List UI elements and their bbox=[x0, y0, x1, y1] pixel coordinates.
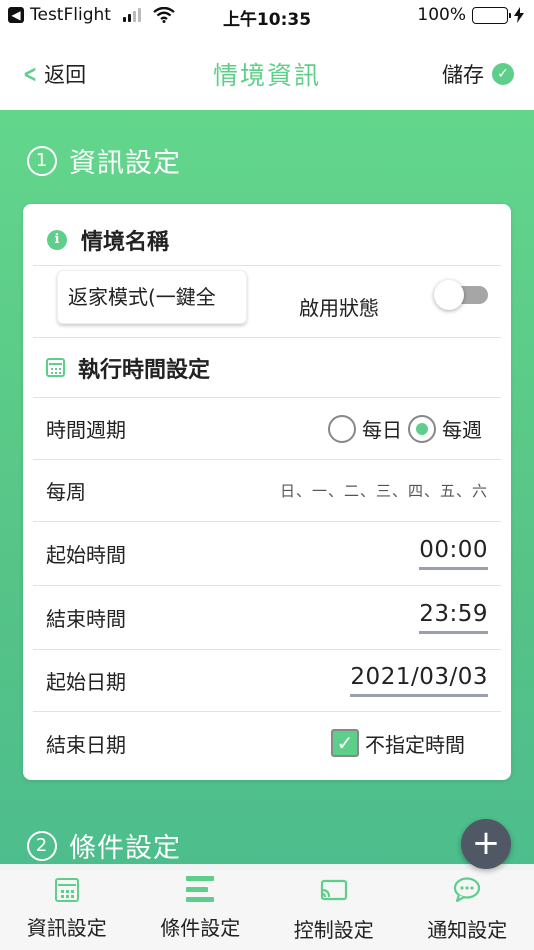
end-time-label: 結束時間 bbox=[46, 607, 126, 631]
save-button-label: 儲存 bbox=[442, 63, 484, 87]
section-title-condition-label: 條件設定 bbox=[69, 833, 181, 864]
calendar-icon bbox=[46, 358, 65, 377]
list-icon bbox=[186, 876, 215, 902]
end-date-row: 結束日期 ✓ 不指定時間 bbox=[33, 712, 501, 774]
tab-control-settings-label: 控制設定 bbox=[293, 918, 374, 942]
unspecified-time-checkbox[interactable]: ✓ bbox=[331, 729, 359, 757]
unspecified-time-label[interactable]: 不指定時間 bbox=[365, 729, 465, 758]
section-number-condition: 2 bbox=[27, 830, 57, 861]
chat-icon bbox=[454, 877, 481, 903]
start-date-label: 起始日期 bbox=[46, 670, 126, 694]
radio-daily[interactable] bbox=[328, 414, 356, 443]
add-button[interactable]: + bbox=[461, 819, 511, 869]
section-title-info: 1 資訊設定 bbox=[27, 141, 181, 180]
tab-notification-settings[interactable]: 通知設定 bbox=[401, 864, 534, 950]
charging-bolt-icon bbox=[514, 7, 524, 23]
tab-info-settings[interactable]: 資訊設定 bbox=[0, 864, 134, 950]
check-circle-icon: ✓ bbox=[492, 63, 514, 85]
end-date-label: 結束日期 bbox=[46, 732, 126, 757]
start-time-row: 起始時間 00:00 bbox=[33, 522, 501, 586]
end-time-row: 結束時間 23:59 bbox=[33, 586, 501, 650]
toggle-knob bbox=[434, 280, 464, 310]
start-date-field-wrap: 2021/03/03 bbox=[350, 664, 488, 697]
calendar-icon bbox=[54, 878, 79, 902]
battery-percent: 100% bbox=[417, 5, 466, 25]
end-date-unspecified-wrap: ✓ 不指定時間 bbox=[331, 729, 465, 758]
info-settings-card: i 情境名稱 返家模式(一鍵全 啟用狀態 執行時間設定 時間週期 每日 每週 每… bbox=[23, 204, 511, 780]
end-time-field[interactable]: 23:59 bbox=[419, 601, 488, 634]
scene-name-header: i 情境名稱 bbox=[33, 214, 501, 266]
status-right: 100% bbox=[417, 5, 524, 25]
weekly-row: 每周 日、一、二、三、四、五、六 bbox=[33, 460, 501, 522]
enable-status-toggle[interactable] bbox=[434, 280, 488, 310]
info-icon: i bbox=[47, 229, 67, 250]
status-bar: ◀ TestFlight 上午10:35 100% bbox=[0, 0, 534, 32]
period-radio-group: 每日 每週 bbox=[328, 414, 488, 443]
radio-daily-label[interactable]: 每日 bbox=[362, 414, 402, 443]
bottom-tab-bar: 資訊設定 條件設定 控制設定 通知設定 bbox=[0, 864, 534, 950]
start-time-field-wrap: 00:00 bbox=[419, 537, 488, 570]
weekday-list[interactable]: 日、一、二、三、四、五、六 bbox=[280, 480, 488, 501]
schedule-header: 執行時間設定 bbox=[33, 338, 501, 398]
tab-control-settings[interactable]: 控制設定 bbox=[267, 864, 401, 950]
save-button[interactable]: 儲存 ✓ bbox=[442, 59, 514, 89]
period-label: 時間週期 bbox=[46, 418, 126, 442]
start-time-field[interactable]: 00:00 bbox=[419, 537, 488, 570]
scene-name-row: 返家模式(一鍵全 啟用狀態 bbox=[33, 266, 501, 338]
tab-notification-settings-label: 通知設定 bbox=[427, 918, 508, 942]
schedule-header-label: 執行時間設定 bbox=[78, 357, 211, 383]
start-date-row: 起始日期 2021/03/03 bbox=[33, 650, 501, 712]
start-date-field[interactable]: 2021/03/03 bbox=[350, 664, 488, 697]
section-number-info: 1 bbox=[27, 145, 57, 176]
enable-status-label: 啟用狀態 bbox=[299, 296, 379, 320]
section-title-info-label: 資訊設定 bbox=[69, 148, 181, 179]
section-title-condition: 2 條件設定 bbox=[27, 826, 181, 865]
end-time-field-wrap: 23:59 bbox=[419, 601, 488, 634]
radio-weekly-label[interactable]: 每週 bbox=[442, 414, 482, 443]
radio-weekly[interactable] bbox=[408, 414, 436, 443]
weekly-label: 每周 bbox=[46, 480, 86, 504]
tab-condition-settings-label: 條件設定 bbox=[160, 916, 241, 940]
scene-name-header-label: 情境名稱 bbox=[81, 229, 170, 255]
start-time-label: 起始時間 bbox=[46, 543, 126, 567]
period-row: 時間週期 每日 每週 bbox=[33, 398, 501, 460]
tab-condition-settings[interactable]: 條件設定 bbox=[134, 864, 268, 950]
scene-name-input[interactable]: 返家模式(一鍵全 bbox=[57, 270, 247, 324]
cast-icon bbox=[320, 879, 347, 901]
tab-info-settings-label: 資訊設定 bbox=[26, 916, 107, 940]
weekday-selector[interactable]: 日、一、二、三、四、五、六 bbox=[280, 480, 488, 501]
nav-bar: < 返回 情境資訊 儲存 ✓ bbox=[0, 32, 534, 110]
battery-icon bbox=[472, 6, 511, 24]
